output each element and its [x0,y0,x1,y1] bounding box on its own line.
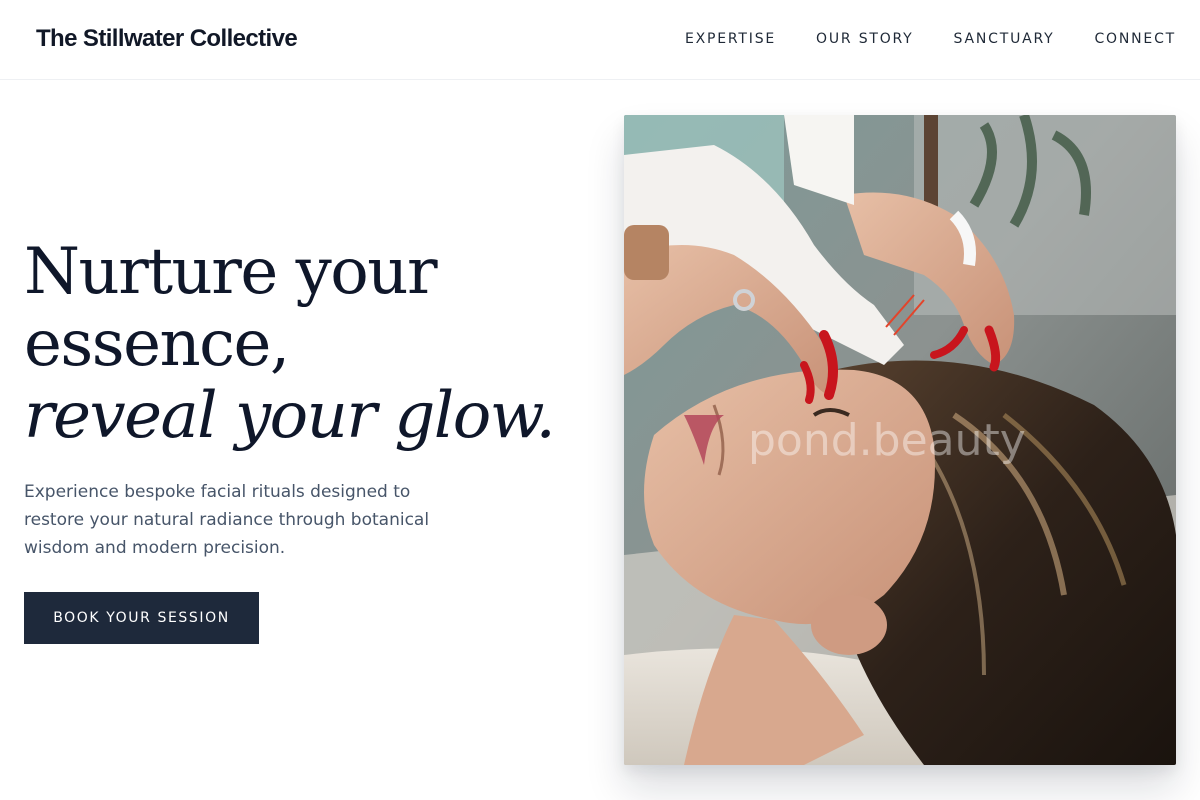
facial-treatment-image [624,115,1176,765]
hero-subtitle: Experience bespoke facial rituals design… [24,482,430,558]
book-session-button[interactable]: BOOK YOUR SESSION [24,592,259,644]
brand-logo[interactable]: The Stillwater Collective [36,25,298,53]
nav-link-connect[interactable]: CONNECT [1094,31,1176,47]
nav-link-our-story[interactable]: OUR STORY [816,31,914,47]
hero-heading-line-2: reveal your glow. [24,379,556,453]
site-header: The Stillwater Collective EXPERTISE OUR … [0,0,1200,80]
hero-heading-line-1: Nurture your essence, [24,235,438,381]
nav-link-expertise[interactable]: EXPERTISE [685,31,776,47]
hero-photo: pond.beauty [624,115,1176,765]
hero-heading: Nurture your essence, reveal your glow. [24,236,564,452]
nav-link-sanctuary[interactable]: SANCTUARY [954,31,1055,47]
main-nav: EXPERTISE OUR STORY SANCTUARY CONNECT [685,31,1176,47]
